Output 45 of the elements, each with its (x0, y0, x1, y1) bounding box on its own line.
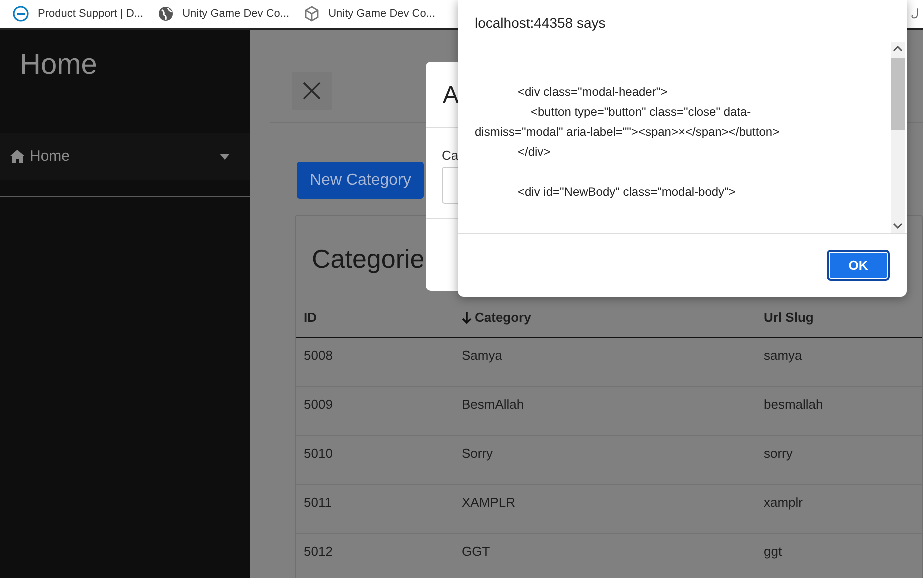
table-cell-text: Samya (461, 347, 504, 365)
cube-icon (304, 6, 320, 22)
bookmark-link[interactable]: Product Support | D... (38, 8, 144, 20)
globe-icon (158, 6, 174, 22)
table-cell-text: ggt (763, 543, 784, 561)
new-category-button[interactable]: New Category (297, 162, 424, 199)
caret-icon (220, 154, 230, 160)
message-line: <div id="NewBody" class="modal-body"> (518, 184, 737, 201)
column-header[interactable]: ID (296, 300, 454, 336)
bookmark-link[interactable]: ل (911, 7, 919, 20)
scroll-up-icon[interactable] (893, 46, 903, 52)
field-label: Ca (442, 148, 459, 163)
nav-item[interactable]: Home (0, 133, 250, 180)
table-cell-text: GGT (461, 543, 492, 561)
table-cell-text: 5009 (303, 396, 334, 414)
table-cell-text: samya (763, 347, 804, 365)
message-line: <div class="modal-header"> (518, 84, 669, 101)
table-cell-text: 5010 (303, 445, 334, 463)
card-title: Categorie (311, 243, 425, 276)
ok-button[interactable]: OK (827, 250, 890, 281)
table-cell-text: 5008 (303, 347, 334, 365)
scroll-down-icon[interactable] (893, 223, 903, 229)
table-cell-text: 5012 (303, 543, 334, 561)
down-arrow-icon (462, 312, 472, 324)
scrollbar[interactable] (891, 42, 905, 233)
table-cell-text: 5011 (303, 494, 333, 512)
column-header[interactable]: Url Slug (756, 300, 922, 336)
bookmark-link[interactable]: Unity Game Dev Co... (182, 8, 290, 20)
message-line: <button type="button" class="close" data- (531, 104, 752, 121)
close-icon (303, 82, 321, 100)
message-line: dismiss="modal" aria-label=""><span>×</span></button> (475, 124, 781, 141)
bookmark-link[interactable]: Unity Game Dev Co... (328, 8, 436, 20)
house-icon (10, 150, 25, 163)
sidebar-title: Home (19, 48, 98, 83)
table-cell-text: sorry (763, 445, 794, 463)
table-cell-text: XAMPLR (461, 494, 516, 512)
message-line: </div> (518, 144, 552, 161)
table-cell-text: Sorry (461, 445, 494, 463)
column-header[interactable]: Category (454, 300, 756, 336)
dell-logo-icon (13, 6, 29, 22)
table-cell-text: besmallah (763, 396, 824, 414)
table-cell-text: BesmAllah (461, 396, 526, 414)
table-cell-text: xamplr (763, 494, 804, 512)
close-button[interactable] (292, 72, 332, 110)
alert-title: localhost:44358 says (474, 14, 607, 33)
